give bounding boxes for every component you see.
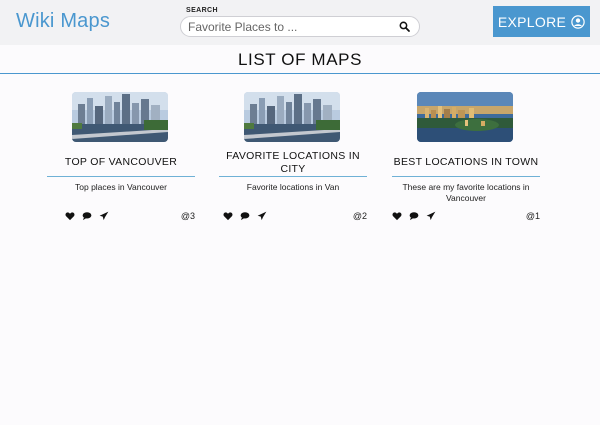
- map-title[interactable]: TOP OF VANCOUVER: [47, 156, 195, 169]
- brand-logo[interactable]: Wiki Maps: [16, 10, 110, 33]
- explore-button[interactable]: EXPLORE: [493, 6, 590, 37]
- search-icon[interactable]: [399, 21, 410, 32]
- map-description: These are my favorite locations in Vanco…: [402, 182, 530, 203]
- navbar: Wiki Maps SEARCH EXPLORE: [0, 0, 600, 45]
- search-box[interactable]: [180, 16, 420, 37]
- map-card[interactable]: FAVORITE LOCATIONS IN CITY Favorite loca…: [219, 92, 367, 222]
- share-icon[interactable]: [99, 211, 109, 221]
- heart-icon[interactable]: [223, 211, 233, 221]
- share-icon[interactable]: [257, 211, 267, 221]
- map-card[interactable]: TOP OF VANCOUVER Top places in Vancouver…: [47, 92, 195, 222]
- map-owner[interactable]: @3: [181, 211, 195, 221]
- search-label: SEARCH: [186, 7, 218, 14]
- comment-icon[interactable]: [82, 211, 92, 221]
- card-actions: @2: [219, 211, 367, 223]
- explore-label: EXPLORE: [497, 13, 567, 30]
- page-title: LIST OF MAPS: [237, 50, 363, 69]
- comment-icon[interactable]: [409, 211, 419, 221]
- map-owner[interactable]: @2: [353, 211, 367, 221]
- card-divider: [47, 176, 195, 177]
- title-divider: [0, 73, 600, 74]
- map-thumbnail[interactable]: [72, 92, 168, 142]
- share-icon[interactable]: [426, 211, 436, 221]
- map-card[interactable]: BEST LOCATIONS IN TOWN These are my favo…: [392, 92, 540, 222]
- card-actions: @1: [392, 211, 540, 223]
- comment-icon[interactable]: [240, 211, 250, 221]
- user-circle-icon: [571, 14, 585, 29]
- map-owner[interactable]: @1: [526, 211, 540, 221]
- card-divider: [392, 176, 540, 177]
- heart-icon[interactable]: [392, 211, 402, 221]
- heart-icon[interactable]: [65, 211, 75, 221]
- card-actions: @3: [47, 211, 195, 223]
- map-title[interactable]: BEST LOCATIONS IN TOWN: [392, 156, 540, 169]
- search-input[interactable]: [188, 19, 393, 35]
- map-title[interactable]: FAVORITE LOCATIONS IN CITY: [219, 150, 367, 176]
- map-thumbnail[interactable]: [417, 92, 513, 142]
- map-description: Favorite locations in Van: [246, 182, 340, 192]
- card-divider: [219, 176, 367, 177]
- map-thumbnail[interactable]: [244, 92, 340, 142]
- map-description: Top places in Vancouver: [75, 182, 167, 192]
